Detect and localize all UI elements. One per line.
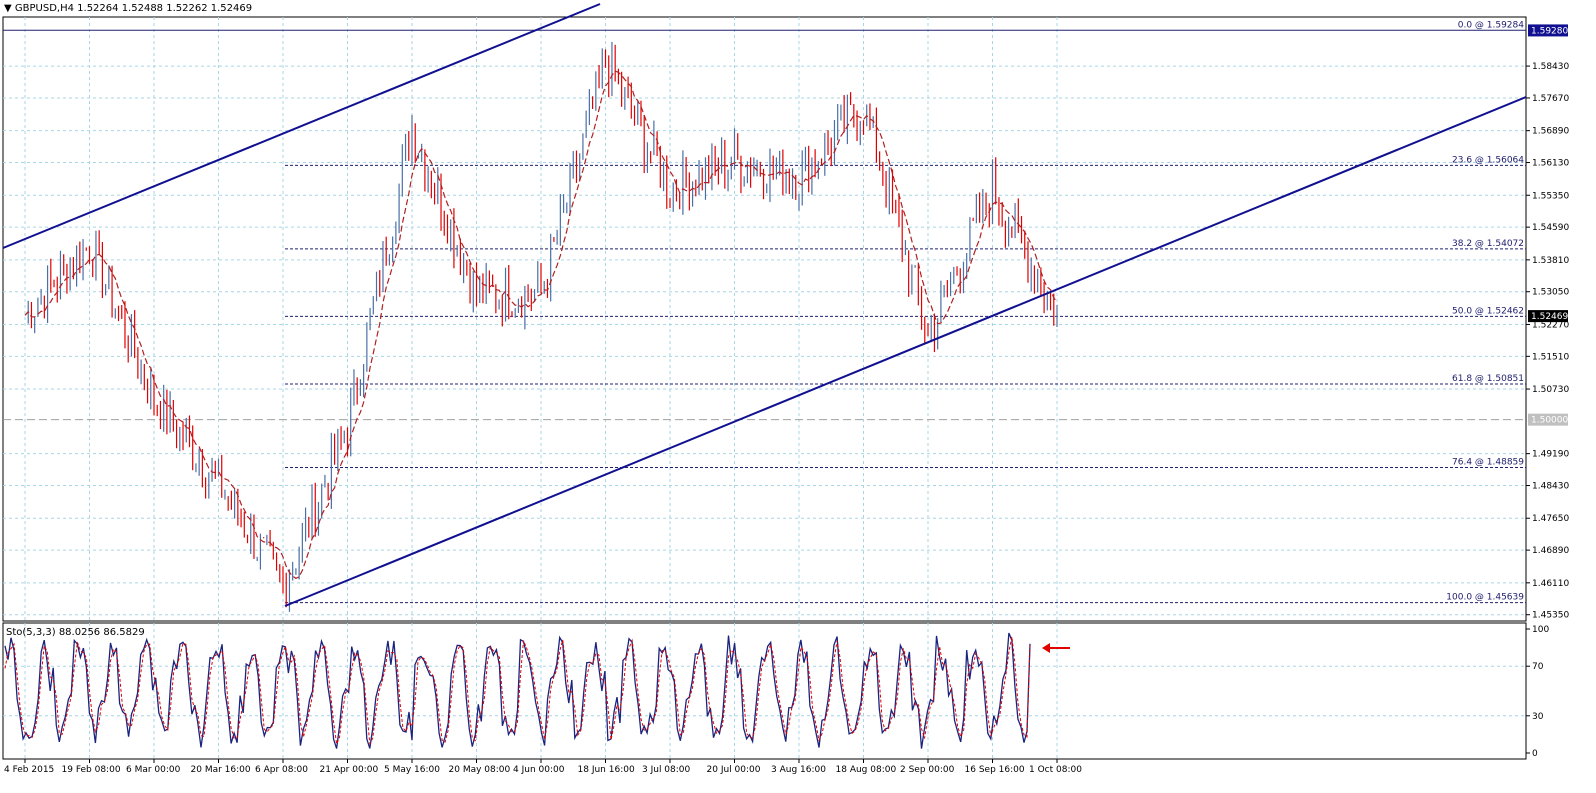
ohlc-values: 1.52264 1.52488 1.52262 1.52469 — [77, 3, 253, 14]
y-tick-label: 1.50730 — [1532, 385, 1569, 395]
x-tick-label: 6 Mar 00:00 — [126, 765, 181, 775]
y-tick-label: 1.51510 — [1532, 352, 1569, 362]
y-tick-label: 1.46110 — [1532, 579, 1569, 589]
y-tick-label: 1.56130 — [1532, 159, 1569, 169]
y-tick-label: 1.58430 — [1532, 62, 1569, 72]
x-tick-label: 4 Feb 2015 — [4, 765, 54, 775]
fibo-level-label: 61.8 @ 1.50851 — [1452, 374, 1524, 384]
x-tick-label: 3 Aug 16:00 — [771, 765, 826, 775]
main-plot-frame — [2, 16, 1527, 622]
y-tick-label: 1.55350 — [1532, 191, 1569, 201]
x-tick-label: 3 Jul 08:00 — [642, 765, 691, 775]
y-tick-label: 1.57670 — [1532, 94, 1569, 104]
fibo-level-label: 0.0 @ 1.59284 — [1458, 20, 1525, 30]
x-tick-label: 6 Apr 08:00 — [255, 765, 308, 775]
x-tick-label: 18 Aug 08:00 — [836, 765, 897, 775]
chart-svg: 0.0 @ 1.59284 23.6 @ 1.56064 38.2 @ 1.5407… — [2, 3, 1569, 775]
chart-header: ▼ GBPUSD,H4 1.52264 1.52488 1.52262 1.52… — [4, 3, 252, 14]
y-tick-label: 1.45350 — [1532, 611, 1569, 621]
symbol-label: GBPUSD,H4 — [14, 3, 74, 14]
fibo-top-price-box-text: 1.59280 — [1531, 26, 1568, 36]
current-price-box-text: 1.52469 — [1531, 312, 1568, 322]
y-tick-label: 1.53810 — [1532, 256, 1569, 266]
chart-root: 0.0 @ 1.59284 23.6 @ 1.56064 38.2 @ 1.5407… — [0, 0, 1596, 790]
fibo-level-label: 38.2 @ 1.54072 — [1452, 239, 1524, 249]
x-tick-label: 2 Sep 00:00 — [900, 765, 955, 775]
x-tick-label: 4 Jun 00:00 — [513, 765, 565, 775]
x-tick-label: 19 Feb 08:00 — [62, 765, 121, 775]
stochastic-title: Sto(5,3,3) 88.0256 86.5829 — [6, 627, 145, 638]
x-tick-label: 5 May 16:00 — [384, 765, 440, 775]
x-tick-label: 18 Jun 16:00 — [578, 765, 635, 775]
sto-y-tick-label: 30 — [1532, 712, 1544, 722]
x-tick-label: 16 Sep 16:00 — [965, 765, 1025, 775]
x-tick-label: 20 Jul 00:00 — [707, 765, 761, 775]
sto-y-tick-label: 70 — [1532, 662, 1544, 672]
collapse-triangle-icon[interactable]: ▼ — [4, 3, 12, 14]
fibo-level-label: 76.4 @ 1.48859 — [1452, 458, 1524, 468]
y-tick-label: 1.56890 — [1532, 127, 1569, 137]
y-tick-label: 1.53050 — [1532, 288, 1569, 298]
y-tick-label: 1.48430 — [1532, 482, 1569, 492]
x-tick-label: 20 May 08:00 — [449, 765, 511, 775]
x-tick-label: 21 Apr 00:00 — [320, 765, 379, 775]
fibo-level-label: 50.0 @ 1.52462 — [1452, 306, 1524, 316]
sto-y-tick-label: 100 — [1532, 625, 1549, 635]
fibo-level-label: 100.0 @ 1.45639 — [1446, 593, 1524, 603]
y-tick-label: 1.46890 — [1532, 546, 1569, 556]
fibo-level-label: 23.6 @ 1.56064 — [1452, 155, 1524, 165]
stoch-plot-frame — [2, 622, 1527, 760]
y-tick-label: 1.49190 — [1532, 450, 1569, 460]
sto-y-tick-label: 0 — [1532, 749, 1538, 759]
x-tick-label: 1 Oct 08:00 — [1029, 765, 1082, 775]
round-level-price-box-text: 1.50000 — [1531, 416, 1568, 426]
y-tick-label: 1.54590 — [1532, 223, 1569, 233]
y-tick-label: 1.47650 — [1532, 514, 1569, 524]
x-tick-label: 20 Mar 16:00 — [191, 765, 251, 775]
